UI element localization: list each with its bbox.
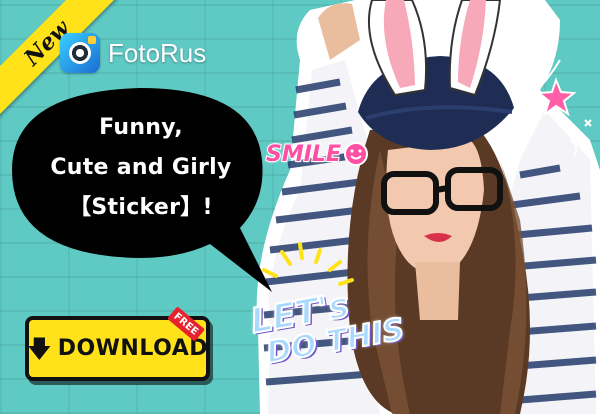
tagline-line-2: Cute and Girly bbox=[50, 155, 232, 180]
smiley-face-icon bbox=[343, 142, 368, 166]
download-arrow-icon: 🡇 bbox=[27, 334, 52, 363]
smile-sticker-text: SMILE bbox=[265, 141, 342, 168]
smile-sticker: SMILE bbox=[265, 141, 369, 168]
tagline-line-1: Funny, bbox=[99, 115, 183, 140]
camera-lens-icon bbox=[60, 33, 100, 73]
download-label: DOWNLOAD bbox=[57, 336, 208, 361]
tagline-line-3: 【Sticker】! bbox=[69, 195, 213, 220]
brand-name: FotoRus bbox=[108, 37, 207, 68]
sticker-ad-banner: New FotoRus Funny, Cute and Girly 【Stick… bbox=[0, 0, 600, 414]
brand: FotoRus bbox=[60, 33, 206, 73]
tagline: Funny, Cute and Girly 【Sticker】! bbox=[36, 108, 246, 228]
